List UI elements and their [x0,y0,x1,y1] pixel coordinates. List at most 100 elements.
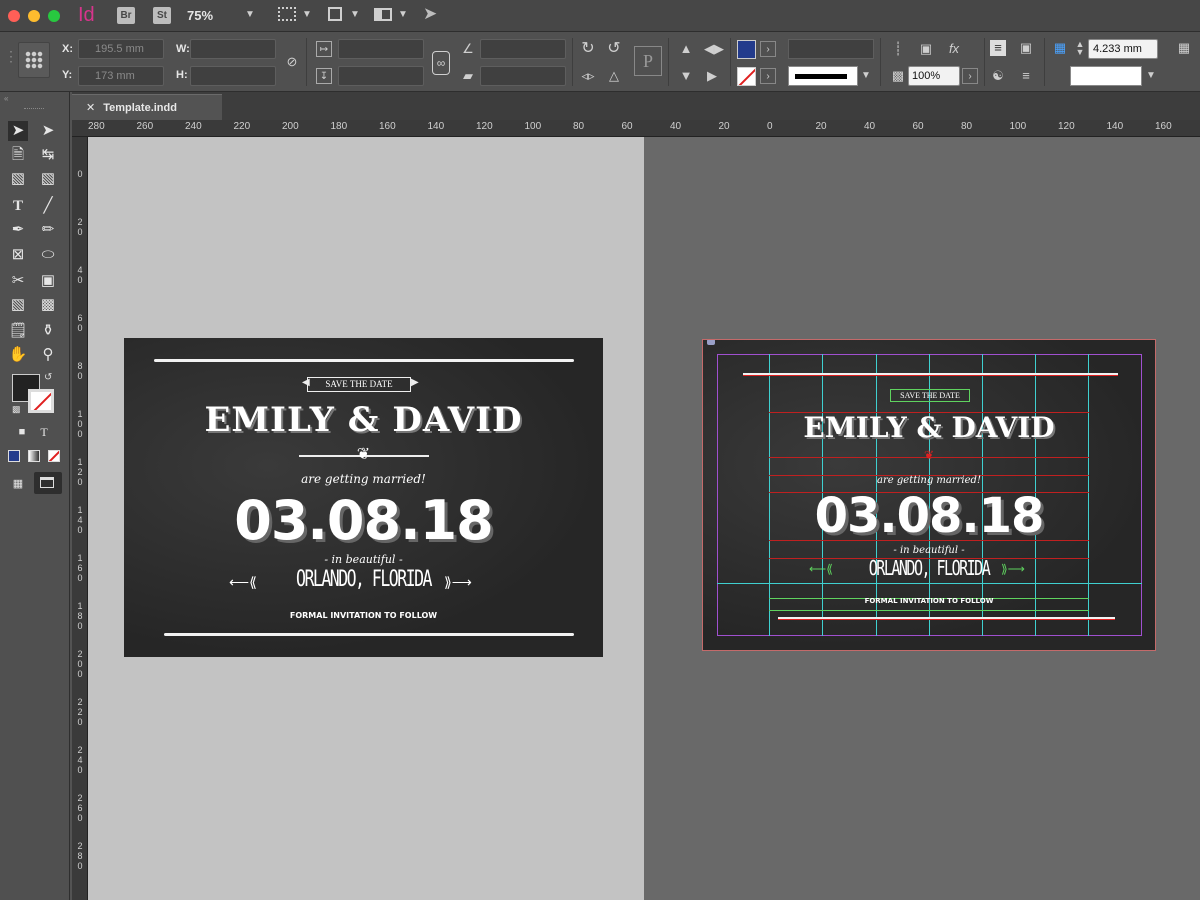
opacity-field[interactable]: 100% [908,66,960,86]
save-the-date-card-preview[interactable]: SAVE THE DATE EMILY & DAVID ❦ are gettin… [702,339,1156,651]
save-the-date-card[interactable]: SAVE THE DATE ◀ ▶ EMILY & DAVID ❦ are ge… [124,338,603,657]
apply-color-icon[interactable] [8,450,20,462]
hand-tool-icon[interactable]: ✋ [8,345,28,365]
stroke-type-dropdown-icon[interactable]: ▼ [861,70,871,81]
link-icon[interactable]: ∞ [432,51,450,75]
note-tool-icon[interactable]: 🗒 [8,321,28,341]
free-transform-tool-icon[interactable]: ▣ [38,271,58,291]
formatting-container-icon[interactable]: ■ [12,422,32,442]
zoom-tool-icon[interactable]: ⚲ [38,345,58,365]
h-field[interactable] [190,66,276,86]
rotate-ccw-icon[interactable]: ↺ [606,41,622,57]
scale-y-icon[interactable]: ↧ [316,68,332,84]
divider [880,38,881,86]
stroke-none-swatch[interactable] [737,67,756,86]
scale-x-icon[interactable]: ↦ [316,41,332,57]
arrange-documents-icon[interactable] [374,8,392,21]
panel-options-icon[interactable]: ▦ [1176,40,1192,56]
panel-grip-icon[interactable]: ⋮ [4,48,18,65]
horizontal-ruler[interactable]: 280 260 240 220 200 180 160 140 120 100 80 60 40 20 0 2… [72,120,1200,137]
direct-selection-tool-icon[interactable]: ➤ [38,121,58,141]
default-fill-stroke-icon[interactable]: ▩ [12,404,21,415]
minimize-window-button[interactable] [28,10,40,22]
page-tool-icon[interactable]: 🗎 [8,145,28,165]
stroke-weight-field[interactable] [788,39,874,59]
auto-fit-icon[interactable]: ▦ [1052,40,1068,56]
stroke-arrow-icon[interactable]: › [760,68,776,84]
select-content-icon[interactable]: ▼ [678,68,694,84]
ellipse-tool-icon[interactable]: ⬭ [38,245,58,265]
apply-gradient-icon[interactable] [28,450,40,462]
eyedropper-tool-icon[interactable]: ⚱ [38,321,58,341]
document-tab[interactable]: ✕ Template.indd [72,94,222,120]
corner-options-icon[interactable]: ┊ [890,41,906,57]
close-tab-icon[interactable]: ✕ [86,102,95,114]
stroke-type-field[interactable] [788,66,858,86]
screen-mode-icon[interactable] [328,7,342,21]
content-collector-icon[interactable]: ▧ [8,169,28,189]
pencil-tool-icon[interactable]: ✏ [38,220,58,240]
frame-handle[interactable] [707,340,715,345]
publish-online-icon[interactable]: ➤ [423,4,437,24]
collapse-toolbar-icon[interactable]: « [4,94,8,103]
selection-tool-icon[interactable]: ➤ [8,121,28,141]
shear-angle-icon[interactable]: ▰ [460,68,476,84]
rotate-angle-icon[interactable]: ∠ [460,41,476,57]
scissors-tool-icon[interactable]: ✂ [8,271,28,291]
gap-tool-icon[interactable]: ↹ [38,145,58,165]
apply-none-icon[interactable] [48,450,60,462]
line-tool-icon[interactable]: ╱ [38,196,58,216]
view-options-dropdown-icon[interactable]: ▼ [302,9,312,20]
type-tool-icon[interactable]: T [8,196,28,216]
fill-arrow-icon[interactable]: › [760,41,776,57]
zoom-dropdown-icon[interactable]: ▼ [245,9,255,20]
zoom-window-button[interactable] [48,10,60,22]
x-field[interactable]: 195.5 mm [78,39,164,59]
screen-mode-dropdown-icon[interactable]: ▼ [350,9,360,20]
select-container-icon[interactable]: ▲ [678,41,694,57]
vertical-ruler[interactable]: 0 2 0 4 0 6 0 8 0 1 0 0 1 2 0 1 4 0 1 6 0 1 8 0 2 … [72,137,88,900]
fill-swatch[interactable] [737,40,756,59]
frame-fitting-field[interactable] [1070,66,1142,86]
frame-fitting-dropdown-icon[interactable]: ▼ [1146,70,1156,81]
rectangle-frame-tool-icon[interactable]: ⊠ [8,245,28,265]
gradient-swatch-tool-icon[interactable]: ▧ [8,295,28,315]
scale-y-field[interactable] [338,66,424,86]
stroke-box[interactable] [28,389,54,413]
w-field[interactable] [190,39,276,59]
y-field[interactable]: 173 mm [78,66,164,86]
pen-tool-icon[interactable]: ✒ [8,220,28,240]
swap-fill-stroke-icon[interactable]: ↺ [44,372,52,383]
text-wrap-jump-icon[interactable]: ≡ [1018,68,1034,84]
drop-shadow-icon[interactable]: ▣ [918,41,934,57]
gradient-feather-tool-icon[interactable]: ▩ [38,295,58,315]
select-next-icon[interactable]: ▶ [704,68,720,84]
normal-view-icon[interactable]: ▦ [8,474,28,494]
arrange-documents-dropdown-icon[interactable]: ▼ [398,9,408,20]
formatting-text-icon[interactable]: T [34,422,54,442]
rotate-cw-icon[interactable]: ↻ [580,41,596,57]
text-wrap-box-icon[interactable]: ▣ [1018,40,1034,56]
bridge-button[interactable]: Br [117,7,135,24]
text-wrap-shape-icon[interactable]: ☯ [990,68,1006,84]
rotation-field[interactable] [480,39,566,59]
effects-icon[interactable]: fx [946,41,962,57]
content-placer-icon[interactable]: ▧ [38,169,58,189]
close-window-button[interactable] [8,10,20,22]
opacity-icon[interactable]: ▩ [890,68,906,84]
stroke-weight-value[interactable]: 4.233 mm [1088,39,1158,59]
constrain-proportions-icon[interactable]: ⊘ [284,54,300,70]
flip-horizontal-icon[interactable]: ◃▹ [580,68,596,84]
view-options-icon[interactable] [278,7,296,21]
select-previous-icon[interactable]: ◀▶ [704,41,724,57]
shear-field[interactable] [480,66,566,86]
stroke-weight-stepper-icon[interactable]: ▲ ▼ [1072,40,1088,57]
reference-point-icon[interactable] [18,42,50,78]
screen-mode-button[interactable] [34,472,62,494]
text-wrap-none-icon[interactable]: ≡ [990,40,1006,56]
zoom-level[interactable]: 75% [187,8,213,23]
scale-x-field[interactable] [338,39,424,59]
stock-button[interactable]: St [153,7,171,24]
opacity-arrow-icon[interactable]: › [962,68,978,84]
flip-vertical-icon[interactable]: △ [606,68,622,84]
